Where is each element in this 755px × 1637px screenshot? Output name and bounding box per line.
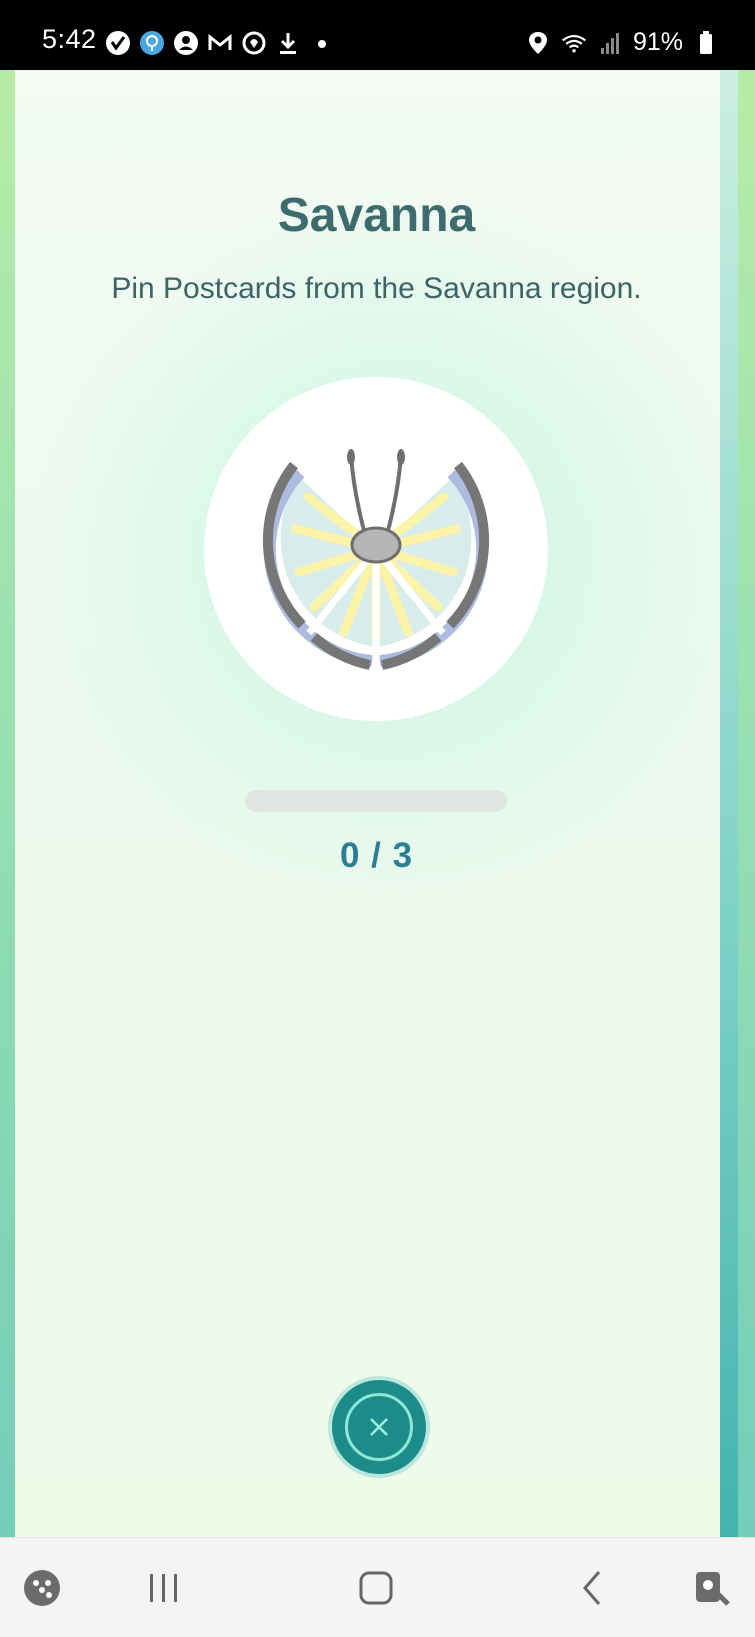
collection-panel: Savanna Pin Postcards from the Savanna r… xyxy=(15,70,738,1537)
account-icon xyxy=(173,30,199,56)
location-icon xyxy=(525,30,551,56)
progress-bar xyxy=(245,790,507,812)
back-icon[interactable] xyxy=(570,1566,614,1610)
gmail-icon xyxy=(207,30,233,56)
game-launcher-icon[interactable] xyxy=(20,1566,64,1610)
pokemon-go-plus-icon xyxy=(139,30,165,56)
battery-icon xyxy=(693,30,719,56)
status-bar: 5:42 91% xyxy=(0,0,755,70)
app-stage: Savanna Pin Postcards from the Savanna r… xyxy=(0,70,755,1537)
status-time: 5:42 xyxy=(42,24,97,54)
butterfly-wing-badge-icon xyxy=(262,449,490,677)
page-subtitle: Pin Postcards from the Savanna region. xyxy=(111,272,642,305)
navigation-bar xyxy=(0,1537,755,1637)
dot-icon xyxy=(309,30,335,56)
signal-icon xyxy=(597,30,623,56)
wifi-icon xyxy=(561,30,587,56)
system-status: 91% xyxy=(525,28,719,57)
recent-apps-icon[interactable] xyxy=(142,1566,186,1610)
close-icon xyxy=(345,1393,413,1461)
badge-medallion xyxy=(204,377,548,721)
page-title: Savanna xyxy=(277,189,476,242)
battery-percent: 91% xyxy=(632,28,683,56)
close-button[interactable] xyxy=(332,1380,426,1474)
home-icon[interactable] xyxy=(354,1566,398,1610)
sync-heart-icon xyxy=(241,30,267,56)
progress-count: 0 / 3 xyxy=(339,836,414,875)
verified-check-icon xyxy=(105,30,131,56)
assistant-icon[interactable] xyxy=(690,1566,734,1610)
notification-icons xyxy=(105,28,335,58)
download-icon xyxy=(275,30,301,56)
